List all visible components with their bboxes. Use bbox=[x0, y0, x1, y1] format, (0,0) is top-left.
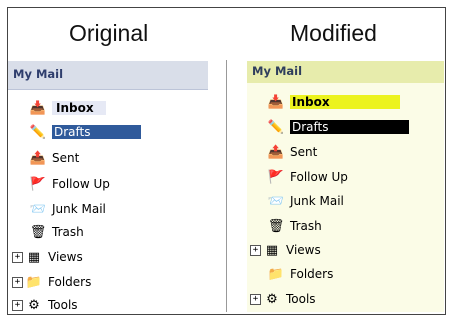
modified-item-sent[interactable]: 📤 Sent bbox=[268, 142, 317, 162]
expand-plus-icon[interactable]: + bbox=[12, 276, 23, 288]
original-drafts-label: Drafts bbox=[52, 125, 141, 139]
modified-item-inbox[interactable]: 📥 Inbox bbox=[268, 92, 400, 112]
modified-item-junk[interactable]: 📨 Junk Mail bbox=[268, 191, 344, 211]
expand-plus-icon[interactable]: + bbox=[250, 244, 261, 256]
modified-views-label: Views bbox=[286, 243, 321, 257]
modified-inbox-label: Inbox bbox=[290, 95, 400, 109]
sent-icon: 📤 bbox=[267, 144, 285, 160]
original-item-tools[interactable]: + ⚙ Tools bbox=[12, 295, 78, 315]
modified-folders-label: Folders bbox=[290, 267, 334, 281]
original-trash-label: Trash bbox=[52, 225, 84, 239]
modified-trash-label: Trash bbox=[290, 219, 322, 233]
original-item-followup[interactable]: 🚩 Follow Up bbox=[30, 174, 110, 194]
original-item-sent[interactable]: 📤 Sent bbox=[30, 148, 79, 168]
original-tools-label: Tools bbox=[48, 298, 78, 312]
original-item-folders[interactable]: + 📁 Folders bbox=[12, 272, 91, 292]
original-sent-label: Sent bbox=[52, 151, 80, 165]
expand-plus-icon[interactable]: + bbox=[12, 299, 23, 311]
inbox-tray-icon: 📥 bbox=[29, 100, 47, 116]
original-panel: My Mail 📥 Inbox ✏️ Drafts 📤 Sent 🚩 Follo… bbox=[8, 61, 208, 315]
original-item-views[interactable]: + ▦ Views bbox=[12, 247, 83, 267]
tools-gear-icon: ⚙ bbox=[266, 291, 278, 307]
original-item-drafts[interactable]: ✏️ Drafts bbox=[30, 122, 141, 142]
modified-item-followup[interactable]: 🚩 Follow Up bbox=[268, 167, 348, 187]
original-item-inbox[interactable]: 📥 Inbox bbox=[30, 98, 106, 118]
original-folders-label: Folders bbox=[48, 275, 92, 289]
flag-icon: 🚩 bbox=[267, 169, 285, 185]
junk-mail-icon: 📨 bbox=[29, 201, 47, 217]
modified-item-views[interactable]: + ▦ Views bbox=[250, 240, 321, 260]
original-title: Original bbox=[69, 20, 149, 46]
pencil-icon: ✏️ bbox=[267, 119, 285, 135]
original-item-junk[interactable]: 📨 Junk Mail bbox=[30, 199, 106, 219]
views-table-icon: ▦ bbox=[265, 242, 279, 258]
modified-panel: My Mail 📥 Inbox ✏️ Drafts 📤 Sent 🚩 Follo… bbox=[247, 61, 444, 312]
folder-icon: 📁 bbox=[25, 274, 43, 290]
flag-icon: 🚩 bbox=[29, 176, 47, 192]
original-followup-label: Follow Up bbox=[52, 177, 110, 191]
modified-header: My Mail bbox=[247, 61, 444, 83]
modified-drafts-label: Drafts bbox=[290, 120, 409, 134]
pencil-icon: ✏️ bbox=[29, 124, 47, 140]
original-item-trash[interactable]: 🗑 Trash bbox=[30, 222, 84, 242]
modified-item-drafts[interactable]: ✏️ Drafts bbox=[268, 117, 409, 137]
sent-icon: 📤 bbox=[29, 150, 47, 166]
modified-junk-label: Junk Mail bbox=[290, 194, 344, 208]
original-inbox-label: Inbox bbox=[52, 101, 106, 115]
junk-mail-icon: 📨 bbox=[267, 193, 285, 209]
trash-icon: 🗑 bbox=[29, 224, 47, 240]
inbox-tray-icon: 📥 bbox=[267, 94, 285, 110]
modified-item-folders[interactable]: 📁 Folders bbox=[268, 264, 333, 284]
column-divider bbox=[226, 60, 227, 312]
folder-icon: 📁 bbox=[267, 266, 285, 282]
modified-title: Modified bbox=[290, 20, 377, 46]
original-header: My Mail bbox=[8, 61, 208, 90]
modified-followup-label: Follow Up bbox=[290, 170, 348, 184]
tools-gear-icon: ⚙ bbox=[28, 297, 40, 313]
trash-icon: 🗑 bbox=[267, 218, 285, 234]
modified-sent-label: Sent bbox=[290, 145, 318, 159]
modified-tools-label: Tools bbox=[286, 292, 316, 306]
original-views-label: Views bbox=[48, 250, 83, 264]
original-junk-label: Junk Mail bbox=[52, 202, 106, 216]
modified-item-tools[interactable]: + ⚙ Tools bbox=[250, 289, 316, 309]
expand-plus-icon[interactable]: + bbox=[12, 251, 23, 263]
views-table-icon: ▦ bbox=[27, 249, 41, 265]
modified-item-trash[interactable]: 🗑 Trash bbox=[268, 216, 322, 236]
expand-plus-icon[interactable]: + bbox=[250, 293, 261, 305]
